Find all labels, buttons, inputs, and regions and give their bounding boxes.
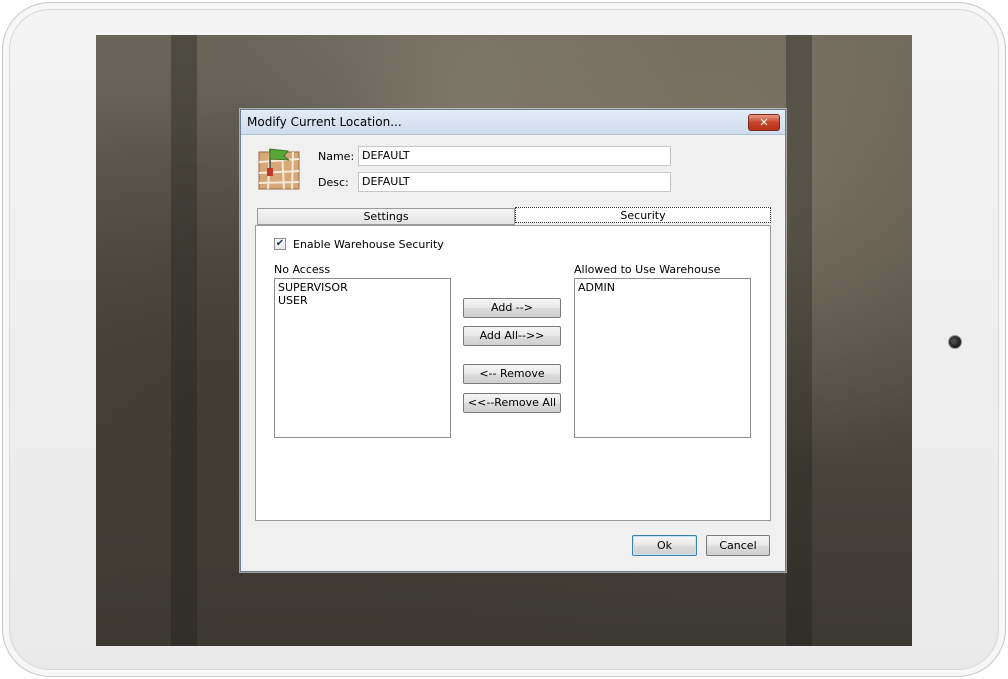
background-shelf [171, 35, 197, 646]
no-access-label: No Access [274, 263, 331, 276]
list-item[interactable]: SUPERVISOR [278, 281, 447, 294]
enable-security-checkbox[interactable]: ✔ [274, 238, 286, 250]
title-bar[interactable]: Modify Current Location... ✕ [241, 110, 785, 135]
checkmark-icon: ✔ [275, 238, 285, 249]
allowed-list[interactable]: ADMIN [574, 278, 751, 438]
remove-button[interactable]: <-- Remove [463, 364, 561, 384]
remove-all-button[interactable]: <<--Remove All [463, 393, 561, 413]
cancel-button[interactable]: Cancel [706, 535, 770, 556]
list-item[interactable]: USER [278, 294, 447, 307]
dialog-title: Modify Current Location... [247, 115, 402, 129]
tablet-camera [948, 335, 962, 349]
tab-security[interactable]: Security [515, 207, 771, 223]
name-label: Name: [318, 150, 355, 163]
no-access-list[interactable]: SUPERVISOR USER [274, 278, 451, 438]
background-shelf [786, 35, 812, 646]
close-button[interactable]: ✕ [748, 114, 780, 131]
add-all-button[interactable]: Add All-->> [463, 326, 561, 346]
modify-location-dialog: Modify Current Location... ✕ Name: DEFAU… [240, 109, 786, 572]
tab-settings[interactable]: Settings [257, 208, 515, 225]
name-field[interactable]: DEFAULT [358, 146, 671, 166]
enable-security-label: Enable Warehouse Security [293, 238, 444, 251]
ok-button[interactable]: Ok [632, 535, 697, 556]
security-panel: ✔ Enable Warehouse Security No Access SU… [255, 225, 771, 521]
desc-label: Desc: [318, 176, 349, 189]
close-icon: ✕ [759, 116, 769, 129]
map-location-icon [258, 148, 300, 190]
list-item[interactable]: ADMIN [578, 281, 747, 294]
desc-field[interactable]: DEFAULT [358, 172, 671, 192]
add-button[interactable]: Add --> [463, 298, 561, 318]
allowed-label: Allowed to Use Warehouse [574, 263, 721, 276]
